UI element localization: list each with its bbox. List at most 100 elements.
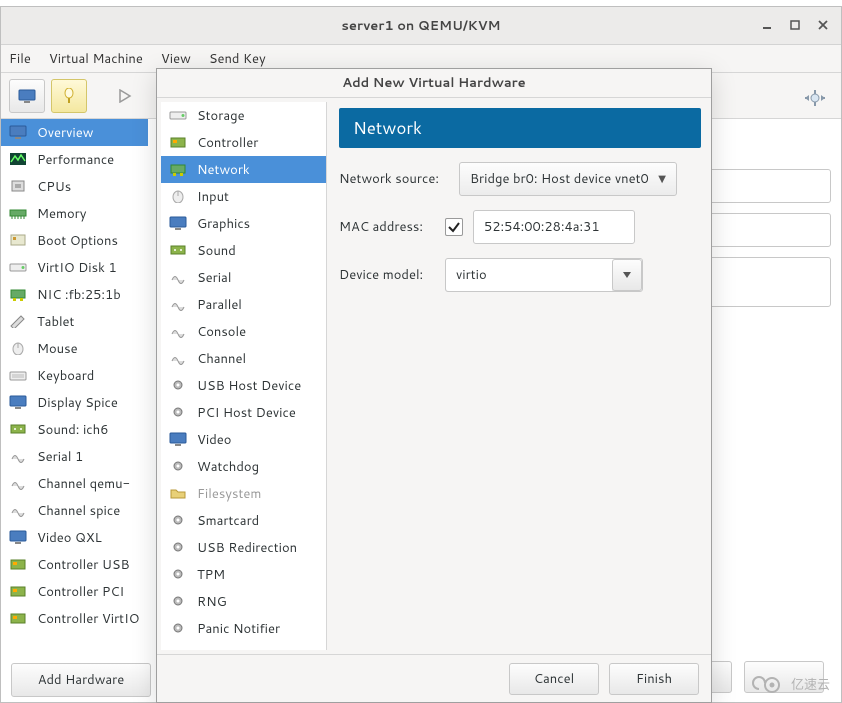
hw-icon (169, 108, 187, 124)
sidebar-item-label: Memory (37, 205, 86, 223)
hw-type-item[interactable]: Video (161, 426, 326, 453)
hw-type-label: Input (197, 188, 229, 206)
mac-address-label: MAC address: (339, 218, 435, 236)
hw-type-label: Watchdog (197, 458, 259, 476)
menu-view[interactable]: View (161, 50, 191, 68)
sidebar-item[interactable]: Boot Options (1, 227, 148, 254)
sidebar-item[interactable]: Channel qemu- (1, 470, 148, 497)
finish-button[interactable]: Finish (609, 663, 699, 695)
hw-type-item[interactable]: Graphics (161, 210, 326, 237)
menu-virtual-machine[interactable]: Virtual Machine (49, 50, 143, 68)
hw-type-item[interactable]: Panic Notifier (161, 615, 326, 642)
hw-icon (169, 378, 187, 394)
sidebar-item[interactable]: Performance (1, 146, 148, 173)
hw-icon (169, 432, 187, 448)
hw-type-item[interactable]: Network (161, 156, 326, 183)
device-icon (9, 368, 27, 384)
hw-type-item[interactable]: Smartcard (161, 507, 326, 534)
hw-type-label: Controller (197, 134, 258, 152)
hw-type-item[interactable]: Serial (161, 264, 326, 291)
hw-icon (169, 324, 187, 340)
hw-icon (169, 297, 187, 313)
sidebar-item[interactable]: Memory (1, 200, 148, 227)
sidebar-item-label: Controller PCI (37, 583, 124, 601)
device-icon (9, 206, 27, 222)
cancel-button[interactable]: Cancel (509, 663, 599, 695)
sidebar-item[interactable]: Sound: ich6 (1, 416, 148, 443)
sidebar-item-label: Mouse (37, 340, 78, 358)
mac-address-entry[interactable]: 52:54:00:28:4a:31 (473, 210, 635, 244)
sidebar-item[interactable]: Video QXL (1, 524, 148, 551)
close-button[interactable] (811, 13, 835, 37)
sidebar-item[interactable]: Serial 1 (1, 443, 148, 470)
hw-type-item[interactable]: USB Redirection (161, 534, 326, 561)
sidebar-item[interactable]: Controller VirtIO (1, 605, 148, 632)
hw-type-item[interactable]: Channel (161, 345, 326, 372)
sidebar-item-label: Sound: ich6 (37, 421, 108, 439)
hw-type-item[interactable]: Watchdog (161, 453, 326, 480)
sidebar-item[interactable]: Tablet (1, 308, 148, 335)
sidebar-item-label: Channel spice (37, 502, 120, 520)
form-area: Network Network source: Bridge br0: Host… (327, 98, 711, 654)
hw-type-item[interactable]: Sound (161, 237, 326, 264)
hw-icon (169, 243, 187, 259)
device-icon (9, 152, 27, 168)
dialog-title: Add New Virtual Hardware (157, 69, 711, 97)
device-icon (9, 530, 27, 546)
sidebar-item[interactable]: Display Spice (1, 389, 148, 416)
window-title: server1 on QEMU/KVM (341, 17, 500, 35)
mac-address-checkbox[interactable] (445, 218, 463, 236)
hw-icon (169, 540, 187, 556)
sidebar-item[interactable]: Channel spice (1, 497, 148, 524)
sidebar-item[interactable]: Keyboard (1, 362, 148, 389)
sidebar-item[interactable]: Overview (1, 119, 148, 146)
device-icon (9, 260, 27, 276)
hw-type-item[interactable]: PCI Host Device (161, 399, 326, 426)
sidebar-item-label: Serial 1 (37, 448, 83, 466)
maximize-button[interactable] (783, 13, 807, 37)
hardware-type-list[interactable]: Storage Controller Network Input Graphics Sou… (161, 102, 327, 650)
hw-type-item[interactable]: Controller (161, 129, 326, 156)
sidebar-item[interactable]: NIC :fb:25:1b (1, 281, 148, 308)
hw-type-label: Storage (197, 107, 245, 125)
device-model-combo[interactable]: virtio (445, 258, 643, 292)
hw-type-item[interactable]: Input (161, 183, 326, 210)
hw-icon (169, 567, 187, 583)
menu-send-key[interactable]: Send Key (209, 50, 266, 68)
run-button[interactable] (107, 79, 143, 113)
device-icon (9, 503, 27, 519)
sidebar-item-label: Performance (37, 151, 114, 169)
details-view-button[interactable] (51, 79, 87, 113)
hw-type-item[interactable]: TPM (161, 561, 326, 588)
console-view-button[interactable] (9, 79, 45, 113)
titlebar[interactable]: server1 on QEMU/KVM (1, 7, 841, 45)
sidebar-item-label: NIC :fb:25:1b (37, 286, 121, 304)
add-hardware-dialog: Add New Virtual Hardware Storage Controll… (156, 68, 712, 703)
network-source-combo[interactable]: Bridge br0: Host device vnet0 ▼ (459, 162, 677, 196)
device-icon (9, 287, 27, 303)
hardware-sidebar[interactable]: Overview Performance CPUs Memory Boot Option… (1, 119, 148, 702)
chevron-down-icon (612, 259, 642, 291)
sidebar-item-label: Keyboard (37, 367, 94, 385)
menu-file[interactable]: File (9, 50, 31, 68)
sidebar-item[interactable]: Mouse (1, 335, 148, 362)
sidebar-item-label: Display Spice (37, 394, 118, 412)
sidebar-item[interactable]: Controller PCI (1, 578, 148, 605)
sidebar-item[interactable]: Controller USB (1, 551, 148, 578)
sidebar-item[interactable]: VirtIO Disk 1 (1, 254, 148, 281)
device-icon (9, 179, 27, 195)
hw-type-item[interactable]: USB Host Device (161, 372, 326, 399)
hw-type-item[interactable]: Console (161, 318, 326, 345)
hw-type-label: USB Redirection (197, 539, 297, 557)
migrate-icon[interactable] (802, 88, 828, 108)
hw-type-item[interactable]: RNG (161, 588, 326, 615)
device-icon (9, 584, 27, 600)
hw-type-label: Graphics (197, 215, 250, 233)
minimize-button[interactable] (755, 13, 779, 37)
sidebar-item[interactable]: CPUs (1, 173, 148, 200)
sidebar-item-label: VirtIO Disk 1 (37, 259, 117, 277)
hw-type-label: Parallel (197, 296, 242, 314)
hw-type-item[interactable]: Parallel (161, 291, 326, 318)
add-hardware-button[interactable]: Add Hardware (11, 663, 151, 697)
hw-type-item[interactable]: Storage (161, 102, 326, 129)
